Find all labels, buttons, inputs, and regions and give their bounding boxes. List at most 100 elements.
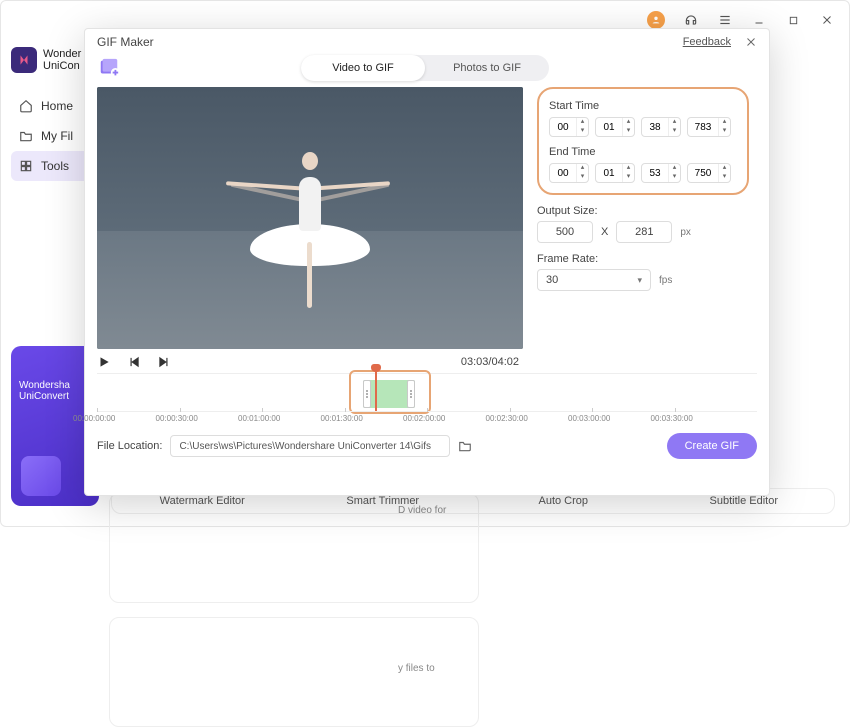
timeline[interactable]: 00:00:00:00 00:00:30:00 00:01:00:00 00:0…	[97, 373, 757, 425]
prev-frame-button[interactable]	[127, 355, 141, 369]
tool-subtitle[interactable]: Subtitle Editor	[654, 495, 835, 507]
frame-rate-label: Frame Rate:	[537, 253, 749, 265]
down-icon[interactable]: ▾	[576, 127, 588, 136]
feedback-link[interactable]: Feedback	[683, 36, 731, 48]
playbar: 03:03/04:02	[85, 349, 769, 369]
start-ms-stepper[interactable]: ▴▾	[687, 117, 731, 137]
frame-rate-select[interactable]: 30 ▾	[537, 269, 651, 291]
timecode: 03:03/04:02	[461, 356, 757, 368]
time-range-group: Start Time ▴▾ ▴▾ ▴▾ ▴▾ End Time ▴▾ ▴▾ ▴▾…	[537, 87, 749, 195]
tick-label: 00:02:30:00	[486, 414, 528, 423]
tick-label: 00:00:30:00	[156, 414, 198, 423]
down-icon[interactable]: ▾	[576, 173, 588, 182]
output-width-input[interactable]: 500	[537, 221, 593, 243]
feature-card[interactable]: y files to	[109, 617, 479, 727]
minimize-button[interactable]	[751, 12, 767, 28]
tick-label: 00:01:30:00	[321, 414, 363, 423]
tick-label: 00:03:30:00	[651, 414, 693, 423]
start-hours-stepper[interactable]: ▴▾	[549, 117, 589, 137]
up-icon[interactable]: ▴	[668, 118, 680, 127]
dialog-close-button[interactable]	[745, 36, 757, 48]
brand-line1: Wonder	[43, 48, 81, 60]
frame-rate-unit: fps	[659, 275, 672, 286]
up-icon[interactable]: ▴	[576, 164, 588, 173]
down-icon[interactable]: ▾	[718, 173, 730, 182]
end-time-label: End Time	[549, 143, 737, 161]
dialog-title: GIF Maker	[97, 35, 154, 49]
output-x: X	[601, 226, 608, 238]
frame-rate-value: 30	[546, 274, 558, 286]
start-seconds-input[interactable]	[642, 118, 668, 136]
tick-label: 00:02:00:00	[403, 414, 445, 423]
file-location-label: File Location:	[97, 440, 162, 452]
end-hours-input[interactable]	[550, 164, 576, 182]
promo-line2: UniConvert	[19, 391, 91, 402]
down-icon[interactable]: ▾	[668, 173, 680, 182]
end-seconds-input[interactable]	[642, 164, 668, 182]
user-avatar[interactable]	[647, 11, 665, 29]
selection-end-handle[interactable]	[407, 380, 415, 408]
down-icon[interactable]: ▾	[718, 127, 730, 136]
tick-label: 00:01:00:00	[238, 414, 280, 423]
tool-autocrop[interactable]: Auto Crop	[473, 495, 654, 507]
output-unit: px	[680, 227, 691, 238]
nav-files-label: My Fil	[41, 129, 73, 143]
down-icon[interactable]: ▾	[622, 173, 634, 182]
menu-icon[interactable]	[717, 12, 733, 28]
start-seconds-stepper[interactable]: ▴▾	[641, 117, 681, 137]
start-minutes-input[interactable]	[596, 118, 622, 136]
home-icon	[19, 99, 33, 113]
output-size-label: Output Size:	[537, 205, 749, 217]
card-text: y files to	[398, 662, 468, 676]
preview-image	[97, 87, 523, 349]
start-hours-input[interactable]	[550, 118, 576, 136]
down-icon[interactable]: ▾	[668, 127, 680, 136]
end-seconds-stepper[interactable]: ▴▾	[641, 163, 681, 183]
browse-folder-button[interactable]	[458, 439, 472, 453]
end-minutes-input[interactable]	[596, 164, 622, 182]
gif-maker-dialog: GIF Maker Feedback Video to GIF Photos t…	[84, 28, 770, 496]
file-location-value: C:\Users\ws\Pictures\Wondershare UniConv…	[179, 441, 431, 452]
nav-home-label: Home	[41, 99, 73, 113]
brand-line2: UniCon	[43, 60, 81, 72]
end-minutes-stepper[interactable]: ▴▾	[595, 163, 635, 183]
tick-label: 00:03:00:00	[568, 414, 610, 423]
selection-start-handle[interactable]	[363, 380, 371, 408]
maximize-button[interactable]	[785, 12, 801, 28]
timeline-selection[interactable]	[363, 380, 415, 408]
playhead[interactable]	[375, 368, 377, 412]
up-icon[interactable]: ▴	[576, 118, 588, 127]
next-frame-button[interactable]	[157, 355, 171, 369]
folder-icon	[19, 129, 33, 143]
tool-watermark[interactable]: Watermark Editor	[112, 495, 293, 507]
close-button[interactable]	[819, 12, 835, 28]
add-file-button[interactable]	[97, 56, 121, 80]
tool-trimmer[interactable]: Smart Trimmer	[293, 495, 474, 507]
start-minutes-stepper[interactable]: ▴▾	[595, 117, 635, 137]
up-icon[interactable]: ▴	[622, 118, 634, 127]
start-ms-input[interactable]	[688, 118, 718, 136]
output-height-input[interactable]: 281	[616, 221, 672, 243]
timeline-ticks: 00:00:00:00 00:00:30:00 00:01:00:00 00:0…	[97, 411, 757, 425]
tick-label: 00:00:00:00	[73, 414, 115, 423]
down-icon[interactable]: ▾	[622, 127, 634, 136]
end-ms-input[interactable]	[688, 164, 718, 182]
seg-video-to-gif[interactable]: Video to GIF	[301, 55, 425, 81]
logo-icon	[11, 47, 37, 73]
up-icon[interactable]: ▴	[718, 118, 730, 127]
seg-photos-to-gif[interactable]: Photos to GIF	[425, 55, 549, 81]
file-location-input[interactable]: C:\Users\ws\Pictures\Wondershare UniConv…	[170, 435, 450, 457]
start-time-label: Start Time	[549, 97, 737, 115]
create-gif-button[interactable]: Create GIF	[667, 433, 757, 459]
up-icon[interactable]: ▴	[668, 164, 680, 173]
mode-segmented: Video to GIF Photos to GIF	[301, 55, 549, 81]
headset-icon[interactable]	[683, 12, 699, 28]
tools-icon	[19, 159, 33, 173]
up-icon[interactable]: ▴	[622, 164, 634, 173]
play-button[interactable]	[97, 355, 111, 369]
end-hours-stepper[interactable]: ▴▾	[549, 163, 589, 183]
video-preview[interactable]	[97, 87, 523, 349]
up-icon[interactable]: ▴	[718, 164, 730, 173]
end-ms-stepper[interactable]: ▴▾	[687, 163, 731, 183]
nav-tools-label: Tools	[41, 159, 69, 173]
